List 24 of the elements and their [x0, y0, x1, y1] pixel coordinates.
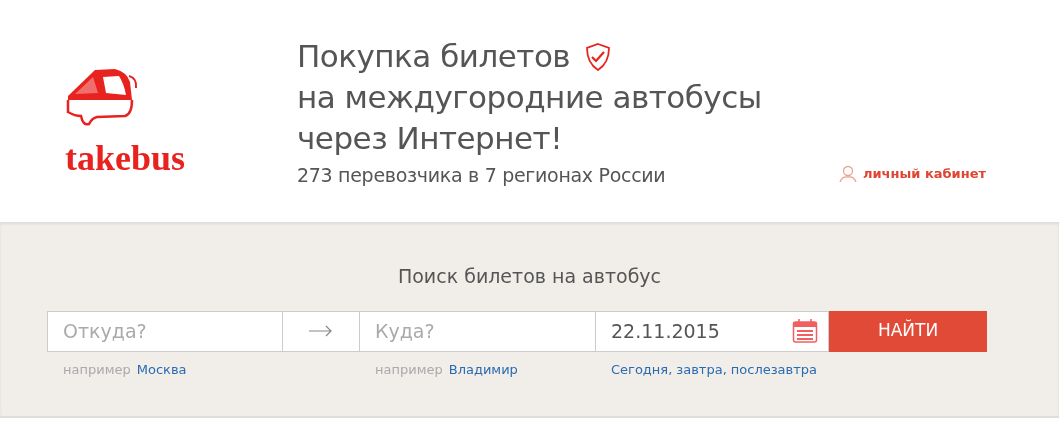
- quick-date-link[interactable]: завтра: [676, 361, 723, 377]
- date-field[interactable]: 22.11.2015: [596, 310, 829, 352]
- headline-text: Покупка билетов: [297, 37, 571, 76]
- calendar-icon[interactable]: [792, 318, 818, 344]
- search-button[interactable]: НАЙТИ: [829, 310, 987, 352]
- shield-check-icon: [586, 42, 611, 71]
- hint-label: например: [375, 361, 443, 377]
- quick-date-link[interactable]: Сегодня: [611, 361, 669, 377]
- example-link[interactable]: Москва: [136, 361, 187, 377]
- user-icon: [838, 164, 857, 183]
- subtitle-text: 273 перевозчика в 7 регионах России: [297, 163, 666, 188]
- headline-text: на междугородние автобусы: [297, 78, 762, 117]
- example-link[interactable]: Владимир: [448, 361, 518, 377]
- hint-label: например: [63, 361, 131, 377]
- logo-text: takebus: [65, 140, 186, 176]
- separator-text: ,: [722, 361, 727, 377]
- to-field[interactable]: Куда?: [359, 310, 596, 352]
- headline-text: через Интернет!: [297, 119, 563, 158]
- account-link[interactable]: личный кабинет: [862, 164, 986, 184]
- separator-text: ,: [668, 361, 673, 377]
- from-field[interactable]: Откуда?: [47, 310, 283, 352]
- search-title: Поиск билетов на автобус: [396, 264, 663, 289]
- quick-date-link[interactable]: послезавтра: [730, 361, 818, 377]
- arrow-icon: [309, 325, 333, 337]
